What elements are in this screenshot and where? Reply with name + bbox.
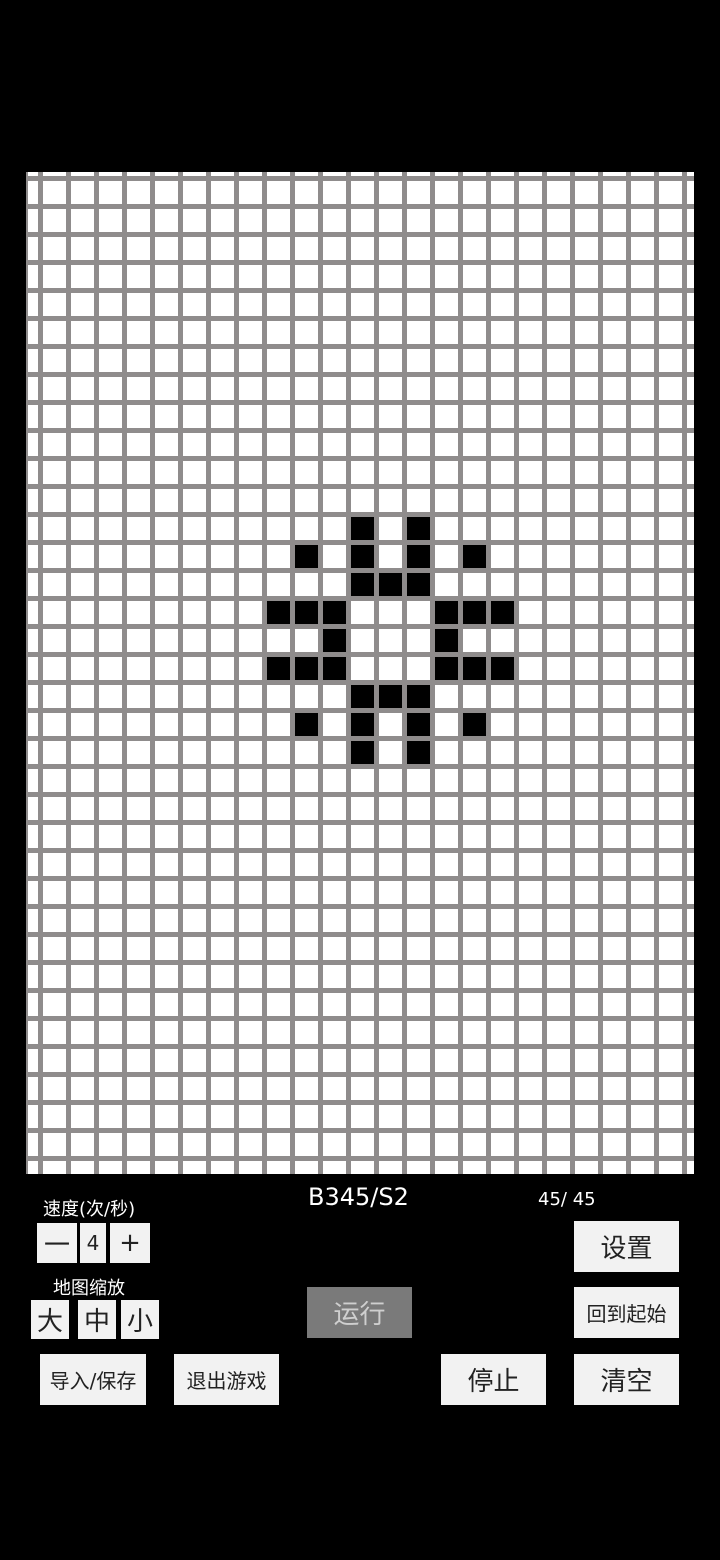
live-cell[interactable] [463, 545, 486, 568]
grid-line-horizontal [26, 1156, 694, 1161]
grid-line-horizontal [26, 1044, 694, 1049]
live-cell[interactable] [295, 657, 318, 680]
grid-line-horizontal [26, 848, 694, 853]
grid-line-vertical [346, 172, 351, 1174]
live-cell[interactable] [351, 545, 374, 568]
grid-line-horizontal [26, 960, 694, 965]
grid-line-horizontal [26, 204, 694, 209]
run-button[interactable]: 运行 [307, 1287, 412, 1338]
grid-line-vertical [654, 172, 659, 1174]
grid-line-horizontal [26, 260, 694, 265]
grid-line-vertical [178, 172, 183, 1174]
live-cell[interactable] [295, 713, 318, 736]
live-cell[interactable] [407, 517, 430, 540]
grid-line-horizontal [26, 484, 694, 489]
grid-line-vertical [570, 172, 575, 1174]
live-cell[interactable] [351, 517, 374, 540]
grid-line-horizontal [26, 904, 694, 909]
grid-line-vertical [234, 172, 239, 1174]
grid-line-horizontal [26, 1128, 694, 1133]
grid-line-horizontal [26, 232, 694, 237]
live-cell[interactable] [491, 601, 514, 624]
live-cell[interactable] [323, 629, 346, 652]
grid-line-horizontal [26, 456, 694, 461]
grid-line-vertical [38, 172, 43, 1174]
live-cell[interactable] [407, 713, 430, 736]
live-cell[interactable] [407, 545, 430, 568]
grid-line-horizontal [26, 792, 694, 797]
live-cell[interactable] [491, 657, 514, 680]
live-cell[interactable] [351, 741, 374, 764]
grid-line-horizontal [26, 316, 694, 321]
zoom-small-button[interactable]: 小 [121, 1300, 159, 1339]
grid-line-horizontal [26, 176, 694, 181]
grid-line-horizontal [26, 372, 694, 377]
live-cell[interactable] [351, 685, 374, 708]
generation-counter: 45/ 45 [538, 1189, 596, 1210]
grid-line-horizontal [26, 876, 694, 881]
reset-to-start-button[interactable]: 回到起始 [574, 1287, 679, 1338]
import-save-button[interactable]: 导入/保存 [40, 1354, 146, 1405]
grid-line-vertical [598, 172, 603, 1174]
game-board[interactable] [26, 172, 694, 1174]
live-cell[interactable] [463, 657, 486, 680]
live-cell[interactable] [379, 573, 402, 596]
live-cell[interactable] [267, 601, 290, 624]
grid-line-vertical [26, 172, 28, 1174]
grid-line-horizontal [26, 764, 694, 769]
grid-line-vertical [542, 172, 547, 1174]
speed-label: 速度(次/秒) [43, 1199, 136, 1220]
speed-increase-button[interactable]: + [110, 1223, 150, 1263]
grid-line-vertical [150, 172, 155, 1174]
live-cell[interactable] [407, 685, 430, 708]
grid-line-vertical [626, 172, 631, 1174]
clear-button[interactable]: 清空 [574, 1354, 679, 1405]
live-cell[interactable] [379, 685, 402, 708]
zoom-large-button[interactable]: 大 [31, 1300, 69, 1339]
live-cell[interactable] [407, 741, 430, 764]
live-cell[interactable] [463, 601, 486, 624]
live-cell[interactable] [323, 657, 346, 680]
grid-line-horizontal [26, 596, 694, 601]
zoom-medium-button[interactable]: 中 [78, 1300, 116, 1339]
live-cell[interactable] [435, 601, 458, 624]
grid-line-horizontal [26, 1016, 694, 1021]
live-cell[interactable] [435, 657, 458, 680]
grid-line-horizontal [26, 988, 694, 993]
live-cell[interactable] [463, 713, 486, 736]
speed-value: 4 [80, 1223, 106, 1263]
grid-line-horizontal [26, 288, 694, 293]
live-cell[interactable] [407, 573, 430, 596]
grid-line-vertical [402, 172, 407, 1174]
grid-line-horizontal [26, 344, 694, 349]
grid-line-horizontal [26, 932, 694, 937]
grid-line-horizontal [26, 400, 694, 405]
stop-button[interactable]: 停止 [441, 1354, 546, 1405]
rule-label: B345/S2 [308, 1183, 409, 1211]
grid-line-horizontal [26, 428, 694, 433]
live-cell[interactable] [351, 713, 374, 736]
grid-line-vertical [122, 172, 127, 1174]
live-cell[interactable] [435, 629, 458, 652]
exit-game-button[interactable]: 退出游戏 [174, 1354, 279, 1405]
grid-line-vertical [514, 172, 519, 1174]
live-cell[interactable] [295, 601, 318, 624]
grid-line-vertical [94, 172, 99, 1174]
settings-button[interactable]: 设置 [574, 1221, 679, 1272]
live-cell[interactable] [351, 573, 374, 596]
grid-line-vertical [206, 172, 211, 1174]
live-cell[interactable] [267, 657, 290, 680]
grid-line-horizontal [26, 1100, 694, 1105]
zoom-label: 地图缩放 [53, 1278, 125, 1299]
grid-line-horizontal [26, 652, 694, 657]
grid-line-horizontal [26, 1072, 694, 1077]
grid-line-vertical [66, 172, 71, 1174]
grid-line-horizontal [26, 820, 694, 825]
grid-line-vertical [682, 172, 687, 1174]
live-cell[interactable] [323, 601, 346, 624]
grid-line-horizontal [26, 624, 694, 629]
live-cell[interactable] [295, 545, 318, 568]
speed-decrease-button[interactable]: 一 [37, 1223, 77, 1263]
grid-line-vertical [374, 172, 379, 1174]
